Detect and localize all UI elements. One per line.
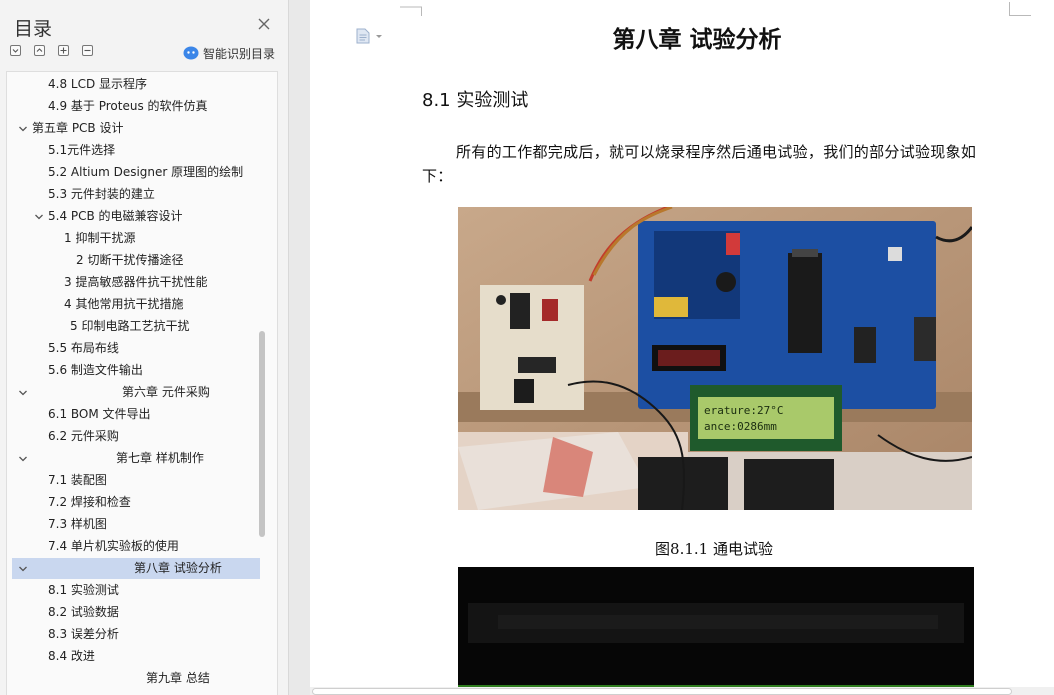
toc-item[interactable]: 7.3 样机图 [12,514,260,535]
board-photo-illustration: erature:27°C ance:0286mm [458,207,972,510]
toc-item-label: 1 抑制干扰源 [64,231,136,245]
chevron-down-icon[interactable] [17,387,29,399]
toc-item[interactable]: 8.2 试验数据 [12,602,260,623]
expand-all-button[interactable] [34,45,45,56]
toc-item[interactable]: 5.3 元件封装的建立 [12,184,260,205]
chevron-down-icon[interactable] [33,211,45,223]
toc-item-selected[interactable]: 第八章 试验分析 [12,558,260,579]
toc-item[interactable]: 1 抑制干扰源 [12,228,260,249]
toc-item[interactable]: 5 印制电路工艺抗干扰 [12,316,260,337]
toc-item[interactable]: 3 提高敏感器件抗干扰性能 [12,272,260,293]
toc-item-label: 4.9 基于 Proteus 的软件仿真 [48,99,208,113]
toc-item-label: 第五章 PCB 设计 [32,121,124,135]
toc-item-label: 7.3 样机图 [48,517,107,531]
toc-item-label: 5.2 Altium Designer 原理图的绘制 [48,165,244,179]
toc-item-label: 第六章 元件采购 [122,385,210,399]
toc-item-label: 4.8 LCD 显示程序 [48,77,148,91]
toc-item[interactable]: 5.6 制造文件输出 [12,360,260,381]
toc-item[interactable]: 4 其他常用抗干扰措施 [12,294,260,315]
crop-mark [400,6,422,16]
chapter-title: 第八章 试验分析 [612,26,782,53]
figure-photo-dark [458,567,974,695]
collapse-all-button[interactable] [10,45,21,56]
toc-item-label: 第八章 试验分析 [134,561,222,575]
toc-item[interactable]: 5.1元件选择 [12,140,260,161]
toc-item-label: 7.2 焊接和检查 [48,495,131,509]
toc-item[interactable]: 第五章 PCB 设计 [12,118,260,139]
remove-heading-button[interactable] [82,45,93,56]
close-icon[interactable] [256,16,272,32]
smart-toc-icon [183,46,199,60]
crop-mark [1009,2,1031,16]
toc-item-label: 6.1 BOM 文件导出 [48,407,151,421]
toc-item-label: 8.1 实验测试 [48,583,119,597]
chevron-down-icon[interactable] [17,453,29,465]
toc-item-label: 第七章 样机制作 [116,451,204,465]
add-heading-button[interactable] [58,45,69,56]
toc-item[interactable]: 第六章 元件采购 [12,382,260,403]
smart-toc-label: 智能识别目录 [203,46,276,61]
toc-item[interactable]: 7.2 焊接和检查 [12,492,260,513]
toc-item[interactable]: 6.1 BOM 文件导出 [12,404,260,425]
toc-item-label: 4 其他常用抗干扰措施 [64,297,184,311]
toc-item[interactable]: 8.4 改进 [12,646,260,667]
toc-item-label: 3 提高敏感器件抗干扰性能 [64,275,208,289]
toc-item-label: 5.6 制造文件输出 [48,363,143,377]
toc-item[interactable]: 4.8 LCD 显示程序 [12,74,260,95]
figure-caption: 图8.1.1 通电试验 [655,540,773,558]
smart-toc-button[interactable]: 智能识别目录 [183,45,275,61]
toc-item[interactable]: 第九章 总结 [12,668,260,689]
toc-item-label: 8.4 改进 [48,649,95,663]
toc-item-label: 8.3 误差分析 [48,627,119,641]
lcd-line-2: ance:0286mm [704,420,777,433]
toc-item[interactable]: 5.4 PCB 的电磁兼容设计 [12,206,260,227]
figure-photo-test-board: erature:27°C ance:0286mm [458,207,972,510]
collapse-all-icon [12,49,19,53]
toc-scrollbar-thumb[interactable] [259,331,265,537]
section-title: 8.1 实验测试 [422,90,529,111]
toc-item[interactable]: 6.2 元件采购 [12,426,260,447]
expand-all-icon [36,48,43,52]
chevron-down-icon[interactable] [17,563,29,575]
toc-item-label: 5.4 PCB 的电磁兼容设计 [48,209,183,223]
toc-item[interactable]: 8.3 误差分析 [12,624,260,645]
toc-item-label: 7.1 装配图 [48,473,107,487]
toc-item[interactable]: 5.2 Altium Designer 原理图的绘制 [12,162,260,183]
toc-item-label: 5.1元件选择 [48,143,116,157]
toc-item-label: 7.4 单片机实验板的使用 [48,539,179,553]
dark-photo-illustration [458,567,974,695]
toc-title: 目录 [14,18,53,40]
toc-item-label: 5.3 元件封装的建立 [48,187,155,201]
toc-item-label: 6.2 元件采购 [48,429,119,443]
toc-item[interactable]: 2 切断干扰传播途径 [12,250,260,271]
toc-item[interactable]: 4.9 基于 Proteus 的软件仿真 [12,96,260,117]
lcd-line-1: erature:27°C [704,404,783,417]
toc-item-label: 5.5 布局布线 [48,341,119,355]
remove-heading-icon [84,49,91,52]
toc-item[interactable]: 第七章 样机制作 [12,448,260,469]
toc-item-label: 8.2 试验数据 [48,605,119,619]
toc-item[interactable]: 7.1 装配图 [12,470,260,491]
horizontal-scrollbar-thumb[interactable] [312,688,1012,695]
toc-sidebar: 目录 智能识别目录 4.8 LCD 显示程序 4.9 基于 Proteus 的软… [0,0,289,695]
add-heading-icon [60,47,67,54]
toc-item[interactable]: 7.4 单片机实验板的使用 [12,536,260,557]
toc-list: 4.8 LCD 显示程序 4.9 基于 Proteus 的软件仿真 第五章 PC… [6,71,278,695]
toc-item[interactable]: 8.1 实验测试 [12,580,260,601]
toc-item-label: 第九章 总结 [146,671,210,685]
chevron-down-icon[interactable] [17,123,29,135]
body-paragraph: 所有的工作都完成后，就可以烧录程序然后通电试验，我们的部分试验现象如下： [422,143,977,185]
toc-item-label: 2 切断干扰传播途径 [76,253,184,267]
toc-item-label: 5 印制电路工艺抗干扰 [70,319,190,333]
toc-item[interactable]: 5.5 布局布线 [12,338,260,359]
